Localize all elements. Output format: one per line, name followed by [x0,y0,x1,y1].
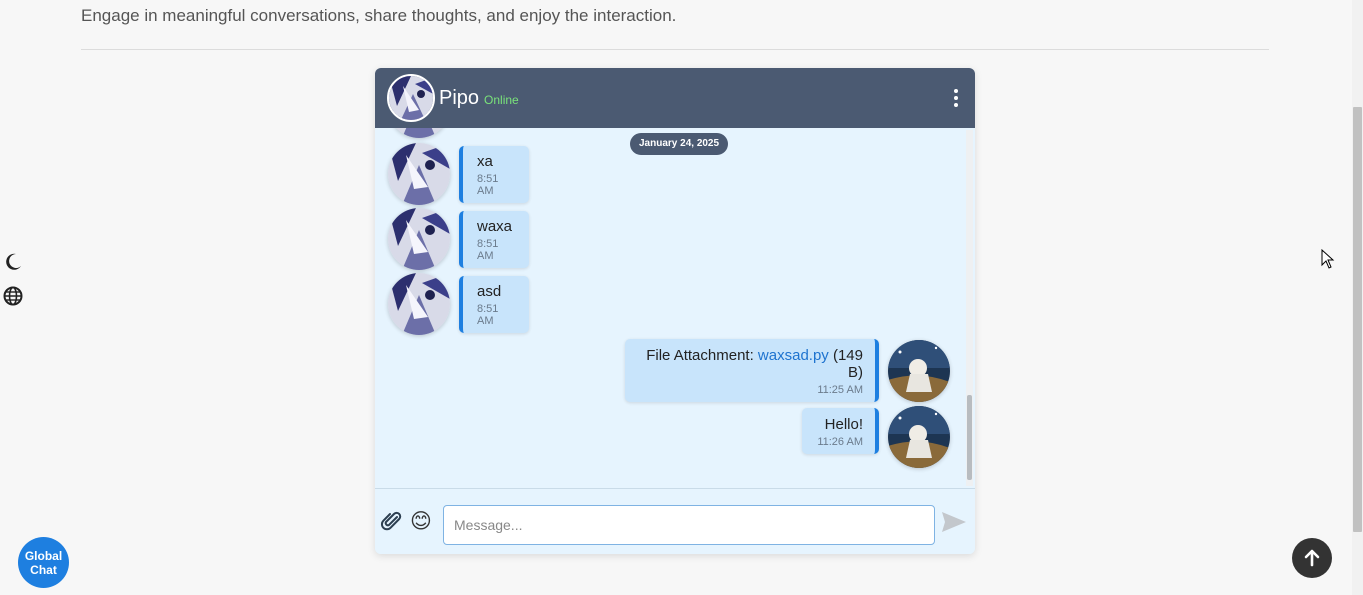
divider [81,49,1269,50]
message-time: 11:25 AM [817,384,863,396]
status-badge: Online [484,93,519,107]
message-text: Hello! [824,416,863,433]
globe-icon[interactable] [3,286,23,306]
message-text: asd [477,283,502,300]
message-bubble: File Attachment: waxsad.py (149 B) 11:25… [625,339,879,402]
message-list[interactable]: January 24, 2025 xa 8:51 AM waxa 8:51 AM… [375,128,975,488]
intro-text: Engage in meaningful conversations, shar… [81,6,677,25]
side-tools [3,252,23,306]
page-scrollbar[interactable] [1352,0,1363,595]
message-text: waxa [477,218,513,235]
message-bubble: xa 8:51 AM [459,146,529,203]
message-scrollbar[interactable] [966,130,973,486]
message-bubble: asd 8:51 AM [459,276,529,333]
message-time: 8:51 AM [477,303,499,327]
message-bubble: waxa 8:51 AM [459,211,529,268]
sender-avatar [388,208,450,270]
global-chat-button[interactable]: Global Chat [18,537,69,588]
message-time: 8:51 AM [477,238,499,262]
sender-avatar [388,273,450,335]
message-time: 8:51 AM [477,173,499,197]
scroll-to-top-button[interactable] [1292,538,1332,578]
message-text: xa [477,153,493,170]
contact-name: Pipo [439,86,480,109]
page-scrollbar-thumb[interactable] [1353,107,1362,532]
message-composer: 😊 [375,488,975,554]
scrollbar-thumb[interactable] [967,395,972,480]
message-time: 11:26 AM [817,436,863,448]
more-options-icon[interactable] [949,88,963,108]
user-avatar [888,340,950,402]
mouse-cursor-icon [1321,248,1335,269]
send-icon[interactable] [941,511,967,533]
contact-avatar[interactable] [387,74,435,122]
message-text: File Attachment: waxsad.py (149 B) [637,347,863,381]
user-avatar [888,406,950,468]
chat-header: Pipo Online [375,68,975,128]
file-link[interactable]: waxsad.py [758,347,829,364]
file-size: (149 B) [828,347,863,381]
chat-window: Pipo Online January 24, 2025 xa 8:51 AM [375,68,975,554]
attachment-prefix: File Attachment: [646,347,758,364]
date-separator: January 24, 2025 [630,133,729,155]
sender-avatar [388,143,450,205]
emoji-icon[interactable]: 😊 [410,510,434,534]
moon-icon[interactable] [3,252,23,272]
sender-avatar [388,128,450,138]
message-input[interactable] [443,505,935,545]
paperclip-icon[interactable] [380,510,404,534]
arrow-up-icon [1304,549,1320,567]
message-bubble: Hello! 11:26 AM [802,408,879,454]
